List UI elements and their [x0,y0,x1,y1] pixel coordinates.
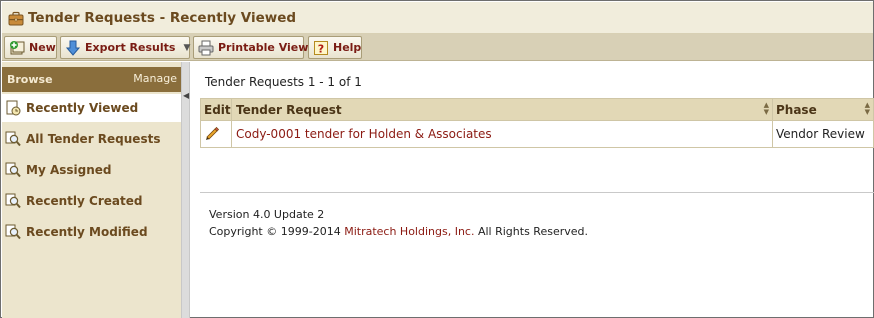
app-window: Tender Requests - Recently Viewed New Ex… [0,0,874,318]
sidebar-item-all-tender-requests[interactable]: All Tender Requests [2,125,181,153]
printable-view-button[interactable]: Printable View [193,36,308,59]
magnifier-icon [5,162,21,178]
export-results-label: Export Results [85,41,176,54]
sort-icon[interactable]: ▲ ▼ [865,102,870,116]
briefcase-icon [8,11,24,27]
sidebar: Browse Manage Recently Viewed All Tender… [2,62,181,318]
copyright-prefix: Copyright © 1999-2014 [209,225,345,238]
help-label: Help [333,41,362,54]
new-button-label: New [29,41,56,54]
table-cell-edit [201,121,232,147]
sort-icon[interactable]: ▲ ▼ [764,102,769,116]
svg-text:?: ? [318,42,324,55]
column-header-edit: Edit [201,99,232,120]
help-button[interactable]: ? Help [308,36,362,59]
printer-icon [198,40,214,56]
sidebar-item-my-assigned[interactable]: My Assigned [2,156,181,184]
tender-request-link[interactable]: Cody-0001 tender for Holden & Associates [236,127,492,141]
export-results-button[interactable]: Export Results ▼ [60,36,190,59]
sidebar-splitter[interactable]: ◀ [181,62,190,318]
phase-value: Vendor Review [776,127,865,141]
table-header: Edit Tender Request ▲ ▼ Phase ▲ ▼ [201,99,873,121]
page-title: Tender Requests - Recently Viewed [28,10,297,26]
column-header-label: Phase [776,102,817,117]
sidebar-item-label: Recently Created [26,194,143,208]
browse-label: Browse [7,73,53,86]
new-add-icon [9,40,25,56]
footer-divider [200,192,874,193]
copyright-text: Copyright © 1999-2014 Mitratech Holdings… [209,223,588,240]
pencil-edit-icon[interactable] [204,125,220,144]
new-button[interactable]: New [4,36,57,59]
version-text: Version 4.0 Update 2 [209,208,325,221]
sidebar-item-recently-modified[interactable]: Recently Modified [2,218,181,246]
manage-link[interactable]: Manage [133,72,177,85]
footer: Version 4.0 Update 2 Copyright © 1999-20… [209,206,588,240]
magnifier-icon [5,193,21,209]
title-bar: Tender Requests - Recently Viewed [2,2,873,34]
column-header-label: Edit [204,102,231,117]
main-content: Tender Requests 1 - 1 of 1 Edit Tender R… [191,62,874,318]
sidebar-item-recently-created[interactable]: Recently Created [2,187,181,215]
table-cell-phase: Vendor Review [773,121,873,147]
copyright-suffix: All Rights Reserved. [474,225,588,238]
sidebar-item-label: My Assigned [26,163,112,177]
sidebar-item-recently-viewed[interactable]: Recently Viewed [2,94,181,122]
collapse-left-icon[interactable]: ◀ [183,91,189,100]
sidebar-item-label: Recently Viewed [26,101,139,115]
column-header-phase[interactable]: Phase ▲ ▼ [773,99,873,120]
help-question-icon: ? [313,40,329,56]
results-count: Tender Requests 1 - 1 of 1 [205,75,362,89]
table-row: Cody-0001 tender for Holden & Associates… [201,121,873,147]
sidebar-header: Browse Manage [2,67,181,92]
recent-page-icon [5,100,21,116]
company-link[interactable]: Mitratech Holdings, Inc. [344,225,474,238]
column-header-label: Tender Request [236,102,342,117]
toolbar: New Export Results ▼ Printable View ? He… [2,34,873,61]
results-table: Edit Tender Request ▲ ▼ Phase ▲ ▼ Cody-0… [200,98,874,148]
sidebar-item-label: All Tender Requests [26,132,161,146]
table-cell-tender-request: Cody-0001 tender for Holden & Associates [232,121,773,147]
column-header-tender-request[interactable]: Tender Request ▲ ▼ [232,99,773,120]
magnifier-icon [5,131,21,147]
download-arrow-icon [65,40,81,56]
magnifier-icon [5,224,21,240]
chevron-down-icon[interactable]: ▼ [183,43,190,53]
printable-view-label: Printable View [218,41,309,54]
sidebar-item-label: Recently Modified [26,225,148,239]
